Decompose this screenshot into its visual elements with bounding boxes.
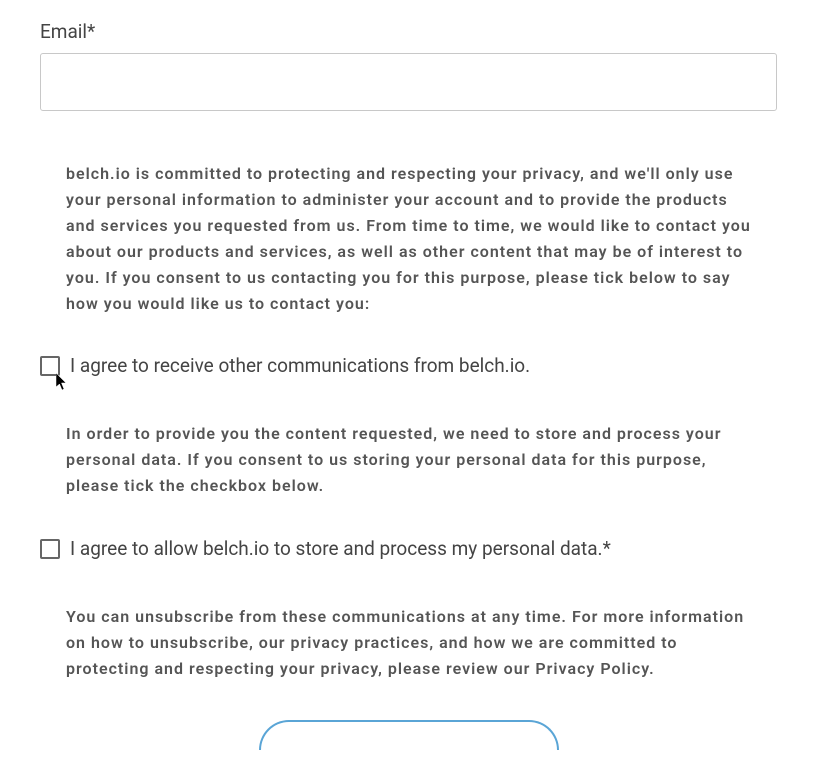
submit-area	[40, 720, 777, 750]
storage-text: In order to provide you the content requ…	[40, 421, 777, 499]
privacy-intro-text: belch.io is committed to protecting and …	[40, 161, 777, 316]
consent-communications-row: I agree to receive other communications …	[40, 354, 777, 377]
consent-storage-label[interactable]: I agree to allow belch.io to store and p…	[70, 537, 611, 560]
consent-storage-row: I agree to allow belch.io to store and p…	[40, 537, 777, 560]
unsubscribe-text: You can unsubscribe from these communica…	[40, 604, 777, 682]
consent-storage-checkbox[interactable]	[40, 539, 60, 559]
consent-communications-checkbox[interactable]	[40, 356, 60, 376]
email-label: Email*	[40, 20, 777, 43]
email-input[interactable]	[40, 53, 777, 111]
submit-button[interactable]	[259, 720, 559, 750]
consent-communications-label[interactable]: I agree to receive other communications …	[70, 354, 530, 377]
